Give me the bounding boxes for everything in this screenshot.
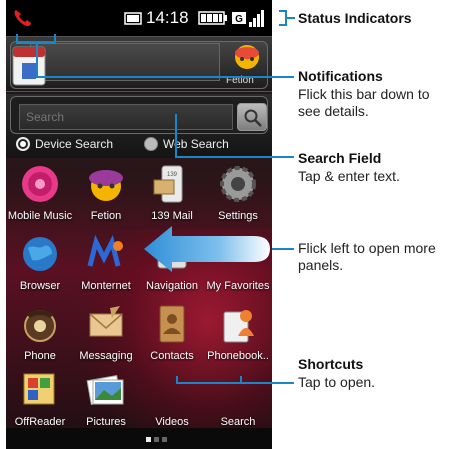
status-bracket-bottom bbox=[279, 24, 287, 26]
sd-card-icon bbox=[124, 12, 142, 25]
app-phone[interactable]: Phone bbox=[7, 304, 73, 374]
app-contacts[interactable]: Contacts bbox=[139, 304, 205, 374]
notifications-callout-line bbox=[36, 76, 294, 78]
status-bracket-top bbox=[279, 10, 287, 12]
app-fetion[interactable]: Fetion bbox=[73, 164, 139, 234]
signal-icon bbox=[249, 10, 264, 27]
app-messaging[interactable]: Messaging bbox=[73, 304, 139, 374]
app-monternet[interactable]: Monternet bbox=[73, 234, 139, 304]
app-phonebook[interactable]: Phonebook.. bbox=[205, 304, 271, 374]
panel-dot-active bbox=[146, 437, 151, 442]
radio-selected-icon bbox=[16, 137, 30, 151]
contacts-icon bbox=[159, 305, 185, 343]
panel-indicator[interactable] bbox=[6, 428, 272, 449]
globe-icon bbox=[23, 237, 57, 271]
search-field-title: Search Field bbox=[298, 150, 382, 166]
search-field-description: Tap & enter text. bbox=[298, 168, 400, 184]
gprs-icon: G bbox=[232, 12, 246, 25]
app-mobile-music[interactable]: Mobile Music bbox=[7, 164, 73, 234]
notifications-title: Notifications bbox=[298, 68, 383, 84]
shortcuts-title: Shortcuts bbox=[298, 356, 364, 372]
phonebook-icon bbox=[223, 310, 254, 343]
fetion-icon[interactable] bbox=[232, 43, 262, 71]
fetion-icon bbox=[89, 170, 123, 201]
clock: 14:18 bbox=[146, 8, 189, 27]
panel-dot bbox=[154, 437, 159, 442]
search-callout-stem bbox=[175, 114, 177, 156]
mail-icon: 139 bbox=[153, 165, 183, 203]
svg-text:139: 139 bbox=[167, 172, 178, 178]
notifications-description: Flick this bar down to see details. bbox=[298, 86, 430, 119]
gear-icon bbox=[220, 166, 256, 202]
search-icon bbox=[218, 370, 258, 410]
music-icon bbox=[22, 166, 58, 202]
svg-text:G: G bbox=[235, 14, 243, 25]
phone-icon bbox=[24, 310, 56, 342]
status-callout-line bbox=[287, 17, 295, 19]
shortcuts-callout-line bbox=[176, 382, 294, 384]
reader-icon bbox=[23, 373, 55, 405]
notif-bracket-stem bbox=[36, 44, 38, 76]
search-callout-line bbox=[175, 156, 294, 158]
missed-call-icon bbox=[14, 10, 31, 27]
pictures-icon bbox=[86, 374, 124, 406]
panel-dot bbox=[162, 437, 167, 442]
status-bar[interactable]: 14:18 G bbox=[6, 0, 272, 36]
monternet-icon bbox=[87, 234, 123, 267]
swipe-left-arrow-icon bbox=[144, 226, 270, 272]
search-widget: Device Search Web Search bbox=[6, 94, 272, 158]
video-icon bbox=[152, 370, 192, 410]
battery-icon bbox=[198, 11, 227, 25]
search-input[interactable] bbox=[19, 104, 233, 130]
status-indicators-title: Status Indicators bbox=[298, 10, 412, 26]
panels-callout-line bbox=[272, 248, 294, 250]
panels-description: Flick left to open more panels. bbox=[298, 240, 436, 273]
app-browser[interactable]: Browser bbox=[7, 234, 73, 304]
shortcuts-description: Tap to open. bbox=[298, 374, 376, 390]
notification-bar[interactable]: Fetion bbox=[6, 36, 272, 92]
search-button[interactable] bbox=[237, 103, 267, 131]
magnifier-icon bbox=[244, 109, 262, 127]
calendar-icon[interactable] bbox=[10, 43, 48, 87]
search-frame bbox=[10, 96, 268, 134]
envelope-icon bbox=[89, 306, 123, 337]
radio-unselected-icon bbox=[144, 137, 158, 151]
